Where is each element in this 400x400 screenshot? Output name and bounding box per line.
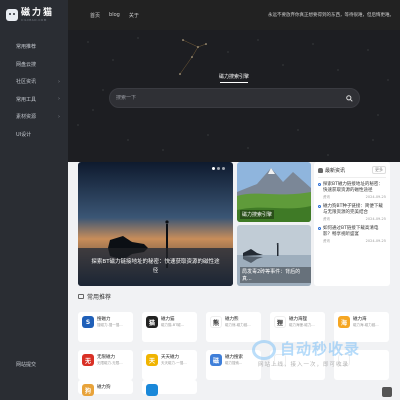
scrolling-notice: 永远不要放弃你真正想要得到的东西，等待很难，但后悔更难。 [268,13,394,18]
bullet-icon [318,183,321,186]
watermark-title: 自动秒收录 [280,340,361,358]
news-item[interactable]: 磁力狗BT种子链接：简便下载与无限资源的完美结合 资讯 2024-09-25 [318,204,386,222]
tool-logo-icon [146,384,158,396]
featured-carousel[interactable]: 探索BT磁力链接地址的秘密：快速获取资源的磁性途径 [78,162,233,286]
top-navbar: 首页 blog 关于 永远不要放弃你真正想要得到的东西，等待很难，但后悔更难。 [68,0,400,30]
carousel-dot[interactable] [212,167,215,170]
sidebar-nav: 常用推荐 网盘云搜 社区资讯 › 常用工具 › 素材资源 › UI设计 [0,38,68,143]
news-item-tag: 资讯 [323,239,330,243]
bullet-icon [318,227,321,230]
tool-description: 磁力搜索... [225,361,243,365]
tool-description: 无限磁力-无限... [97,361,123,365]
news-item[interactable]: 如何通过BT链接下载高清电影？畅享视听盛宴 资讯 2024-09-25 [318,226,386,244]
chevron-right-icon: › [58,113,60,120]
cat-logo-icon [6,9,18,21]
news-item-title[interactable]: 磁力狗BT种子链接：简便下载与无限资源的完美结合 [323,204,386,216]
hero-search-section: 磁力搜索引擎 [68,30,400,162]
tool-name: 磁力海 [353,317,367,322]
carousel-caption[interactable]: 探索BT磁力链接地址的秘密：快速获取资源的磁性途径 [78,258,233,276]
sidebar-item-ui-design[interactable]: UI设计 [0,126,68,144]
latest-news-panel: 最新资讯 更多 探索BT磁力链接地址的秘密：快速获取资源的磁性途径 资讯 2024… [314,162,390,286]
tool-name: 磁力搜索 [225,355,243,360]
tool-logo-icon: 磁 [210,354,222,366]
tool-name: 磁力熊 [225,317,239,322]
carousel-dot[interactable] [222,167,225,170]
tool-card[interactable]: S 搜磁力 搜磁力-搜一搜... [78,312,133,342]
tool-description: 搜磁力-搜一搜... [97,323,123,327]
nav-link-home[interactable]: 首页 [90,12,100,19]
tool-logo-icon: 海 [338,316,350,328]
tool-logo-icon: 狗 [82,384,94,396]
tool-description: 天天磁力-一搜... [161,361,187,365]
news-item-date: 2024-09-25 [365,217,386,221]
article-card-magnet-search[interactable]: 磁力搜索引擎 [237,162,311,222]
sidebar-item-community[interactable]: 社区资讯 › [0,73,68,91]
box-icon [78,294,84,299]
news-item-title[interactable]: 探索BT磁力链接地址的秘密：快速获取资源的磁性途径 [323,182,386,194]
sidebar-item-materials[interactable]: 素材资源 › [0,108,68,126]
tool-description: 磁力猫-BT磁... [161,323,185,327]
tool-logo-icon: S [82,316,94,328]
search-bar [109,88,360,108]
search-icon[interactable] [346,94,353,102]
tool-description: 磁力海狸-磁力... [289,323,315,327]
nav-link-blog[interactable]: blog [109,12,120,18]
news-item-date: 2024-09-25 [365,195,386,199]
sidebar: 磁力猫 CILIMAO.COM 常用推荐 网盘云搜 社区资讯 › 常用工具 › 素材… [0,0,68,400]
section-title: 常用推荐 [87,294,112,301]
watermark-logo-icon [252,340,276,360]
sidebar-item-recommended[interactable]: 常用推荐 [0,38,68,56]
news-title: 最新资讯 [325,167,346,174]
carousel-dots [212,167,225,170]
site-logo[interactable]: 磁力猫 CILIMAO.COM [0,0,68,30]
chevron-right-icon: › [58,78,60,85]
tool-name: 磁力海狸 [289,317,307,322]
tool-card[interactable] [142,380,197,396]
logo-subtitle: CILIMAO.COM [21,18,47,22]
nav-link-about[interactable]: 关于 [129,12,139,19]
tool-card[interactable]: 天天天磁力 天天磁力-一搜... [142,350,197,380]
tool-name: 天天磁力 [161,355,179,360]
card-caption: 局发毒2砖等事件：背后的真... [240,267,311,283]
bell-icon [318,167,323,173]
submit-site-link[interactable]: 网站提交 [16,361,36,368]
tool-name: 搜磁力 [97,317,111,322]
tool-description: 磁力海-磁力链... [353,323,379,327]
logo-title: 磁力猫 [21,8,55,18]
news-item-date: 2024-09-25 [365,239,386,243]
tab-magnet-search[interactable]: 磁力搜索引擎 [68,73,400,80]
sidebar-item-cloud-search[interactable]: 网盘云搜 [0,56,68,74]
news-item-title[interactable]: 如何通过BT链接下载高清电影？畅享视听盛宴 [323,226,386,238]
tool-logo-icon: 狸 [274,316,286,328]
more-button[interactable]: 更多 [372,166,386,174]
tab-active-underline [220,82,248,83]
news-item-tag: 资讯 [323,195,330,199]
tool-card[interactable]: 无无限磁力 无限磁力-无限... [78,350,133,380]
watermark: 自动秒收录 网站上线，接入一次，即可收录 [250,338,390,378]
search-input[interactable] [116,95,346,101]
carousel-dot[interactable] [217,167,220,170]
news-item-tag: 资讯 [323,217,330,221]
news-item[interactable]: 探索BT磁力链接地址的秘密：快速获取资源的磁性途径 资讯 2024-09-25 [318,182,386,200]
section-header-recommended: 常用推荐 [78,292,111,301]
chevron-right-icon: › [58,96,60,103]
watermark-subtitle: 网站上线，接入一次，即可收录 [258,362,350,368]
sidebar-item-tools[interactable]: 常用工具 › [0,91,68,109]
tool-card[interactable]: 猫磁力猫 磁力猫-BT磁... [142,312,197,342]
tool-logo-icon: 猫 [146,316,158,328]
tool-logo-icon: 无 [82,354,94,366]
card-caption: 磁力搜索引擎 [240,210,275,219]
tool-card[interactable]: 狗磁力狗 [78,380,133,396]
tool-logo-icon: 天 [146,354,158,366]
back-to-top-button[interactable] [382,387,392,397]
bullet-icon [318,205,321,208]
tool-name: 磁力猫 [161,317,175,322]
tool-description: 磁力熊-磁力链... [225,323,251,327]
tool-name: 无限磁力 [97,355,115,360]
tool-logo-icon: 熊 [210,316,222,328]
article-card-news[interactable]: 局发毒2砖等事件：背后的真... [237,225,311,286]
tool-name: 磁力狗 [97,385,111,390]
